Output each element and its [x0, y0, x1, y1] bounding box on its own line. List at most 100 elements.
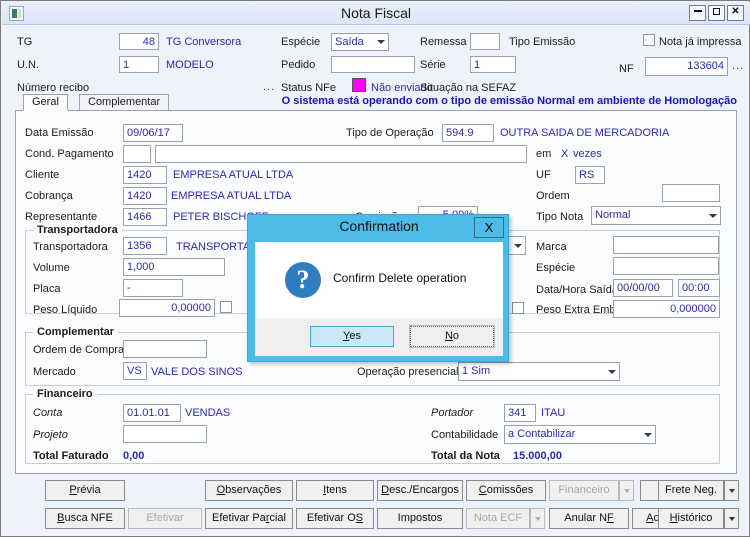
financeiro-button: Financeiro [549, 480, 619, 501]
portador-label: Portador [431, 407, 474, 419]
portador-code-input[interactable]: 341 [504, 404, 536, 422]
remessa-label: Remessa [420, 36, 467, 48]
cond-pagamento-label: Cond. Pagamento [25, 148, 114, 160]
busca-nfe-button[interactable]: Busca NFE [45, 508, 125, 529]
transportadora-label: Transportadora [33, 241, 108, 253]
efetivar-button: Efetivar [128, 508, 202, 529]
ordem-compra-input[interactable] [123, 340, 207, 358]
representante-code-input[interactable]: 1466 [123, 208, 167, 226]
hora-saida-input[interactable]: 00:00 [678, 279, 720, 297]
peso-extra-input[interactable]: 0,000000 [613, 300, 720, 318]
no-button[interactable]: No [409, 325, 495, 348]
window-titlebar: Nota Fiscal ✕ [2, 2, 750, 25]
representante-label: Representante [25, 211, 98, 223]
contabilidade-selected-value: a Contabilizar [508, 428, 576, 440]
impostos-button[interactable]: Impostos [377, 508, 463, 529]
tipo-nota-select[interactable]: Normal [591, 206, 721, 225]
mercado-code-input[interactable]: VS [123, 362, 147, 380]
mercado-name-value: VALE DOS SINOS [151, 366, 243, 378]
un-label: U.N. [17, 59, 39, 71]
marca-label: Marca [536, 241, 567, 253]
conta-name-value: VENDAS [185, 407, 231, 419]
contabilidade-select[interactable]: a Contabilizar [504, 425, 656, 444]
data-saida-input[interactable]: 00/00/00 [613, 279, 673, 297]
vezes-label: vezes [573, 148, 602, 160]
tipo-operacao-code-input[interactable]: 594.9 [442, 124, 494, 142]
tab-geral-label: Geral [32, 96, 59, 108]
peso-extra-checkbox[interactable] [512, 302, 524, 314]
cobranca-code-input[interactable]: 1420 [123, 187, 167, 205]
maximize-button[interactable] [708, 5, 725, 21]
close-button[interactable]: ✕ [727, 5, 744, 21]
especie-select[interactable]: Saída [331, 33, 389, 51]
chevron-down-icon [644, 432, 652, 437]
peso-liquido-checkbox[interactable] [220, 301, 232, 313]
mercado-label: Mercado [33, 366, 76, 378]
cond-pagamento-code-input[interactable] [123, 145, 151, 163]
confirmation-dialog-close-button[interactable]: X [474, 217, 504, 238]
anular-nf-button[interactable]: Anular NF [549, 508, 629, 529]
chevron-down-icon [377, 40, 385, 44]
pedido-input[interactable] [331, 56, 415, 73]
tg-code-input[interactable]: 48 [119, 33, 159, 50]
placa-input[interactable]: - [123, 279, 183, 297]
cliente-code-input[interactable]: 1420 [123, 166, 167, 184]
desc-encargos-button[interactable]: Desc./Encargos [377, 480, 463, 501]
projeto-label: Projeto [33, 429, 68, 441]
window-controls: ✕ [689, 5, 744, 21]
nf-input[interactable]: 133604 [645, 57, 728, 76]
serie-label: Série [420, 59, 446, 71]
nota-ja-impressa-label: Nota já impressa [659, 36, 742, 48]
numero-recibo-ellipsis[interactable]: ... [263, 81, 275, 93]
operacao-presencial-select[interactable]: 1 Sim [458, 362, 620, 381]
total-faturado-label: Total Faturado [33, 450, 109, 462]
em-label: em [536, 148, 552, 160]
chevron-down-icon [514, 243, 522, 248]
nf-label: NF [619, 63, 634, 75]
comissoes-button[interactable]: Comissões [466, 480, 546, 501]
tab-complementar[interactable]: Complementar [79, 94, 170, 111]
frete-neg-button[interactable]: Frete Neg. [658, 480, 724, 501]
yes-button[interactable]: Yes [310, 326, 394, 347]
peso-liquido-input[interactable]: 0,00000 [119, 299, 215, 317]
tipo-operacao-desc-value: OUTRA SAIDA DE MERCADORIA [500, 127, 670, 139]
data-emissao-input[interactable]: 09/06/17 [123, 124, 183, 142]
projeto-input[interactable] [123, 425, 207, 443]
observacoes-button[interactable]: Observações [205, 480, 293, 501]
numero-recibo-label: Número recibo [17, 82, 90, 94]
efetivar-parcial-button[interactable]: Efetivar Parcial [205, 508, 293, 529]
window-title: Nota Fiscal [340, 5, 412, 21]
frete-neg-dropdown-button[interactable] [724, 480, 739, 501]
confirmation-dialog-message: Confirm Delete operation [333, 271, 467, 285]
confirmation-dialog: Confirmation X Confirm Delete operation … [247, 214, 509, 362]
tab-geral[interactable]: Geral [23, 94, 68, 111]
previa-button[interactable]: PPréviarévia [45, 480, 125, 501]
efetivar-os-button[interactable]: Efetivar OS [296, 508, 374, 529]
uf-input[interactable]: RS [575, 166, 605, 184]
cobranca-label: Cobrança [25, 190, 73, 202]
ordem-input[interactable] [662, 184, 720, 202]
tipo-nota-selected-value: Normal [595, 209, 631, 221]
conta-code-input[interactable]: 01.01.01 [123, 404, 181, 422]
marca-input[interactable] [613, 236, 719, 254]
nf-ellipsis-button[interactable]: ... [732, 60, 744, 72]
tipo-operacao-label: Tipo de Operação [346, 127, 434, 139]
especie-transp-input[interactable] [613, 257, 719, 275]
minimize-button[interactable] [689, 5, 706, 21]
serie-input[interactable]: 1 [470, 56, 516, 73]
confirmation-dialog-footer: Yes No [255, 318, 503, 356]
total-nota-value: 15.000,00 [513, 450, 562, 462]
tg-name-value: TG Conversora [166, 36, 242, 48]
question-mark-icon [285, 262, 321, 298]
volume-input[interactable]: 1,000 [123, 258, 225, 276]
itens-button[interactable]: Itens [296, 480, 374, 501]
status-nfe-color-swatch [352, 78, 366, 92]
historico-button[interactable]: Histórico [658, 508, 724, 529]
close-icon: ✕ [731, 6, 740, 17]
transportadora-code-input[interactable]: 1356 [123, 237, 167, 255]
remessa-input[interactable] [470, 33, 500, 50]
historico-dropdown-button[interactable] [724, 508, 739, 529]
cond-pagamento-desc-input[interactable] [155, 145, 527, 163]
un-code-input[interactable]: 1 [119, 56, 159, 73]
nota-ja-impressa-checkbox[interactable] [643, 34, 655, 46]
